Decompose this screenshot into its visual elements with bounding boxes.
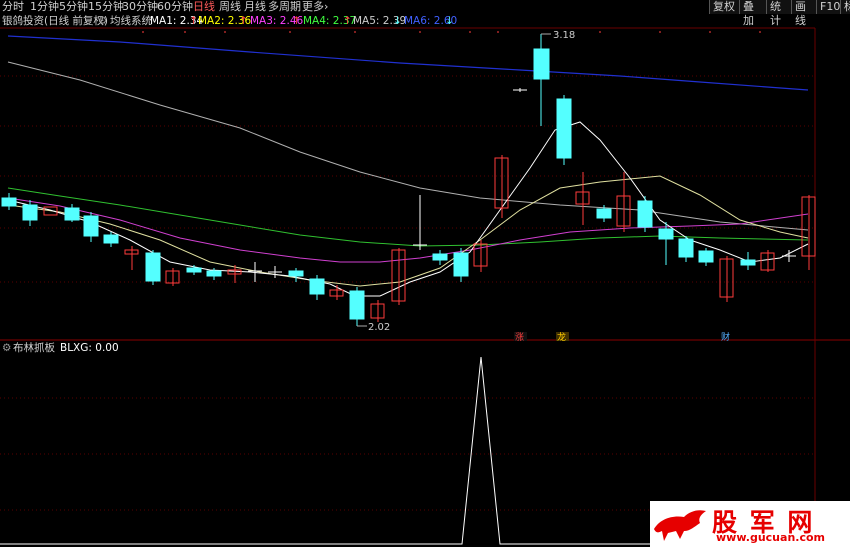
indicator-gear-icon[interactable]: ⚙ [2,341,11,355]
high-price-label: 3.18 [553,30,575,41]
low-price-label: 2.02 [368,322,390,333]
grid-lines [0,75,815,511]
ma1-line [7,121,809,297]
watermark-logo: 股 军 网 www.gucuan.com [650,501,850,547]
cai-marker[interactable]: 财 [721,331,730,343]
zhang-marker[interactable]: 涨 [515,332,524,343]
ma6-line [7,35,809,91]
ma2-line [7,175,809,287]
top-dash-marks [142,31,761,33]
long-marker[interactable]: 龙 [557,331,566,343]
ma5-line [7,61,809,231]
bull-logo-icon [654,510,706,541]
kline-chart[interactable]: 3.18 2.02 涨 龙 财 [0,0,850,547]
watermark-url: www.gucuan.com [716,531,825,544]
indicator-value: BLXG: 0.00 [60,342,119,354]
indicator-name[interactable]: 布林抓板 [13,341,55,355]
